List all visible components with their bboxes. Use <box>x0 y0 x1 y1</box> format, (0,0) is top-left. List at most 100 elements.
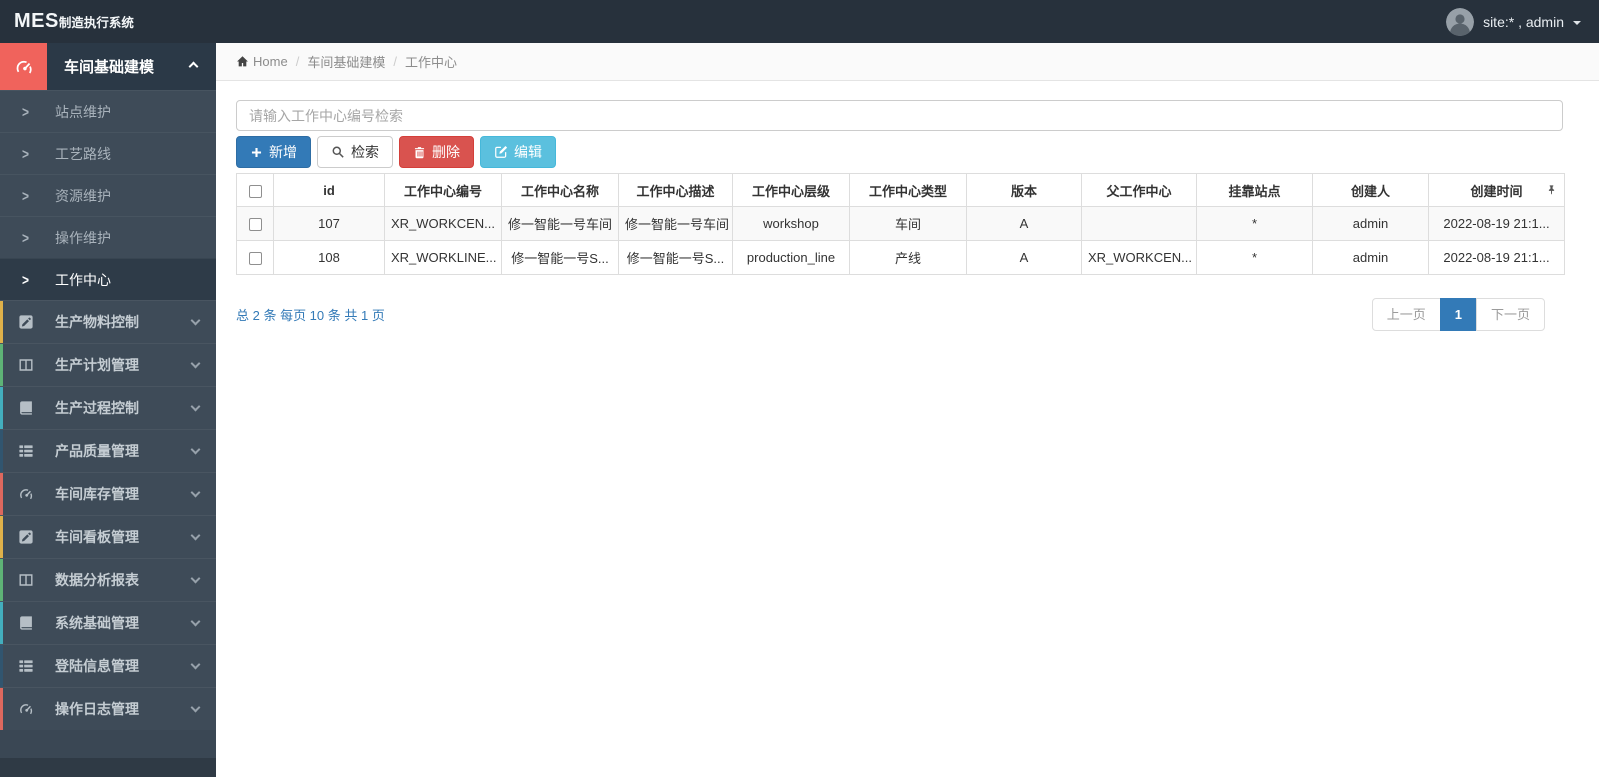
sidebar-group[interactable]: 产品质量管理 <box>0 429 216 472</box>
chevron-down-icon <box>190 530 201 541</box>
brand-bold: MES <box>14 10 59 32</box>
table-cell: * <box>1196 206 1313 241</box>
column-header: 工作中心编号 <box>384 173 502 207</box>
add-button[interactable]: 新增 <box>236 136 311 168</box>
breadcrumb-separator: / <box>295 54 300 69</box>
table-header-row: id 工作中心编号 工作中心名称 工作中心描述 工作中心层级 工作中心类型 版本 父工作中心挂… <box>236 173 1565 207</box>
table-cell: 车间 <box>849 206 967 241</box>
group-color-strip <box>0 602 3 644</box>
content: 新增 检索 删除 编辑 id工作中心编号工作中心名称工作中心描述工作中心层级工作… <box>216 81 1599 331</box>
caret-down-icon <box>1573 20 1581 25</box>
column-header: 工作中心描述 <box>618 173 733 207</box>
column-header: 工作中心类型 <box>849 173 967 207</box>
search-icon <box>332 146 344 158</box>
gauge-icon <box>18 486 35 502</box>
table-row: 107 XR_WORKCEN... 修一智能一号车间 修一智能一号车间 workshop… <box>236 206 1565 241</box>
user-label: site:* , admin <box>1483 13 1564 30</box>
pagination-summary: 总 2 条 每页 10 条 共 1 页 <box>236 308 385 323</box>
prev-page-button[interactable]: 上一页 <box>1371 298 1441 331</box>
chevron-down-icon <box>190 444 201 455</box>
table-cell: * <box>1196 240 1313 275</box>
column-header: 父工作中心 <box>1081 173 1197 207</box>
sidebar-group[interactable]: 系统基础管理 <box>0 601 216 644</box>
breadcrumb-item[interactable]: 车间基础建模 <box>307 52 385 71</box>
search-button[interactable]: 检索 <box>317 136 393 168</box>
table-cell: 修一智能一号车间 <box>501 206 619 241</box>
sidebar-group-label: 车间基础建模 <box>64 59 155 76</box>
sidebar-group[interactable]: 生产计划管理 <box>0 343 216 386</box>
brand-rest: 制造执行系统 <box>58 16 134 30</box>
home-icon <box>236 55 249 68</box>
column-header: 创建时间 <box>1428 173 1565 207</box>
columns-icon <box>18 572 35 588</box>
page-1-button[interactable]: 1 <box>1439 298 1477 331</box>
table-cell: 108 <box>273 240 385 275</box>
table-cell: 修一智能一号S... <box>618 240 733 275</box>
row-checkbox[interactable] <box>248 252 262 266</box>
workcenter-table: id 工作中心编号 工作中心名称 工作中心描述 工作中心层级 工作中心类型 版本 父工作中心挂… <box>236 173 1565 275</box>
row-select-cell <box>236 206 274 241</box>
column-header: 版本 <box>966 173 1082 207</box>
sidebar-subitem[interactable]: > 站点维护 <box>0 90 216 132</box>
chevron-down-icon <box>190 487 201 498</box>
search-input[interactable] <box>236 100 1563 131</box>
sidebar-group[interactable]: 车间库存管理 <box>0 472 216 515</box>
group-color-strip <box>0 516 3 558</box>
table-cell: XR_WORKCEN... <box>384 206 502 241</box>
breadcrumb-current: 工作中心 <box>404 55 457 70</box>
sidebar-subitem[interactable]: > 资源维护 <box>0 174 216 216</box>
chevron-right-icon: > <box>22 186 30 205</box>
chevron-down-icon <box>190 659 201 670</box>
sidebar-subitem[interactable]: > 工艺路线 <box>0 132 216 174</box>
app-logo[interactable]: MES 制造执行系统 <box>0 10 134 33</box>
chevron-down-icon <box>190 616 201 627</box>
table-cell: admin <box>1312 240 1429 275</box>
column-header: 工作中心层级 <box>732 173 850 207</box>
group-color-strip <box>0 645 3 687</box>
gauge-icon <box>0 43 47 90</box>
chevron-right-icon: > <box>22 144 30 163</box>
breadcrumb-home[interactable]: Home <box>253 54 288 69</box>
group-color-strip <box>0 301 3 343</box>
select-all-header <box>236 173 274 207</box>
group-color-strip <box>0 430 3 472</box>
delete-button[interactable]: 删除 <box>399 136 474 168</box>
sidebar-group-workshop-modeling[interactable]: 车间基础建模 <box>0 43 216 90</box>
chevron-down-icon <box>190 315 201 326</box>
group-color-strip <box>0 688 3 730</box>
group-color-strip <box>0 473 3 515</box>
sidebar-group[interactable]: 登陆信息管理 <box>0 644 216 687</box>
group-color-strip <box>0 387 3 429</box>
table-cell: 2022-08-19 21:1... <box>1428 240 1565 275</box>
topbar: MES 制造执行系统 site:* , admin <box>0 0 1599 43</box>
sidebar-subitem-active[interactable]: > 工作中心 <box>0 258 216 300</box>
chevron-down-icon <box>190 401 201 412</box>
chevron-down-icon <box>190 573 201 584</box>
row-checkbox[interactable] <box>248 218 262 232</box>
select-all-checkbox[interactable] <box>248 184 262 198</box>
table-cell: 2022-08-19 21:1... <box>1428 206 1565 241</box>
table-cell: 产线 <box>849 240 967 275</box>
table-cell: A <box>966 206 1082 241</box>
table-cell: production_line <box>732 240 850 275</box>
user-menu[interactable]: site:* , admin <box>1446 7 1581 36</box>
columns-icon <box>18 357 35 373</box>
next-page-button[interactable]: 下一页 <box>1475 298 1545 331</box>
chevron-right-icon: > <box>22 270 30 289</box>
edit-button[interactable]: 编辑 <box>480 136 556 168</box>
table-cell <box>1081 206 1197 241</box>
table-cell: XR_WORKCEN... <box>1081 240 1197 275</box>
sidebar-group[interactable]: 数据分析报表 <box>0 558 216 601</box>
pin-icon[interactable] <box>1546 185 1557 196</box>
sidebar-group[interactable]: 操作日志管理 <box>0 687 216 730</box>
sidebar-group[interactable]: 生产过程控制 <box>0 386 216 429</box>
sidebar-group[interactable]: 车间看板管理 <box>0 515 216 558</box>
sidebar: 车间基础建模 > 站点维护 > 工艺路线 > 资源维护 > 操作维护 > 工作中… <box>0 43 216 777</box>
th-list-icon <box>18 443 35 459</box>
sidebar-group[interactable]: 生产物料控制 <box>0 300 216 343</box>
table-cell: workshop <box>732 206 850 241</box>
gauge-icon <box>18 701 35 717</box>
plus-icon <box>251 147 262 157</box>
group-color-strip <box>0 559 3 601</box>
sidebar-subitem[interactable]: > 操作维护 <box>0 216 216 258</box>
